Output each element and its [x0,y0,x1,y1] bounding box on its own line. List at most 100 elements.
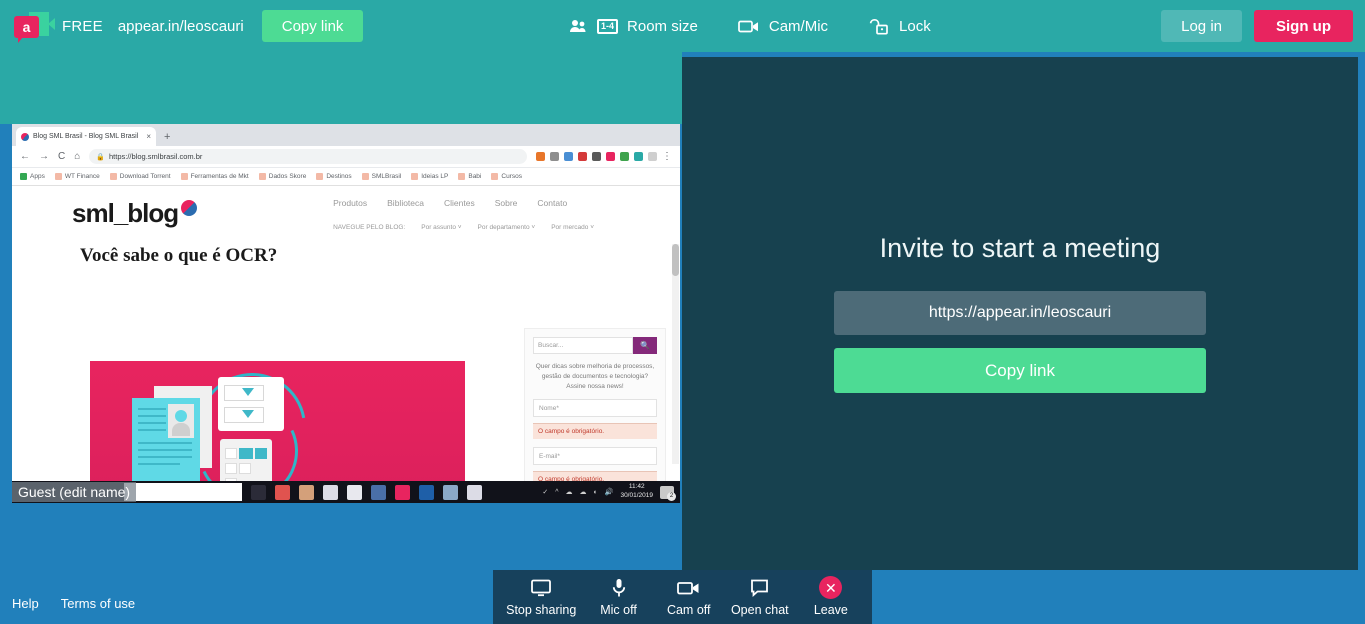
teal-backdrop [0,52,682,124]
nav-item[interactable]: Clientes [444,198,475,208]
open-chat-button[interactable]: Open chat [731,578,789,617]
explorer-icon[interactable] [443,484,458,500]
bookmark-icon [54,173,62,180]
word-icon[interactable] [467,484,482,500]
extension-icon[interactable] [634,152,643,161]
calculator-icon[interactable] [371,484,386,500]
participant-name-label[interactable]: Guest (edit name) [12,482,137,502]
taskbar-search-input[interactable] [124,483,242,501]
site-logo-sub: _blog [113,198,179,228]
browser-menu-icon[interactable]: ⋮ [662,151,672,162]
site-nav-secondary: NAVEGUE PELO BLOG: Por assunto ˅ Por dep… [333,224,594,231]
site-nav: Produtos Biblioteca Clientes Sobre Conta… [333,198,594,231]
toolbox-icon[interactable] [323,484,338,500]
bookmark-item[interactable]: Ferramentas de Mkt [180,173,249,180]
name-field[interactable]: Nome* [533,399,657,418]
notifications-icon[interactable] [660,485,676,501]
cam-mic-button[interactable]: Cam/Mic [738,18,828,35]
star-icon[interactable] [648,152,657,161]
copy-link-top-button[interactable]: Copy link [261,10,364,42]
leave-button[interactable]: ✕ Leave [803,576,859,617]
stop-sharing-button[interactable]: Stop sharing [506,578,576,617]
nav-dropdown[interactable]: Por assunto ˅ [421,224,461,231]
bookmark-item[interactable]: WT Finance [54,173,100,180]
bookmark-item[interactable]: SMLBrasil [361,173,401,180]
search-input[interactable]: Buscar... [533,337,633,354]
page-scrollbar-thumb[interactable] [672,244,679,276]
mic-off-button[interactable]: Mic off [591,578,647,617]
bookmark-label: Dados Skore [268,173,307,180]
bookmark-item[interactable]: Download Torrent [109,173,171,180]
back-icon[interactable]: ← [20,151,30,162]
bookmark-icon [109,173,117,180]
extension-icon[interactable] [592,152,601,161]
nav-dropdown[interactable]: Por mercado ˅ [551,224,594,231]
signup-button[interactable]: Sign up [1254,10,1353,42]
nav-item[interactable]: Contato [537,198,567,208]
mail-icon[interactable] [347,484,362,500]
pen-icon[interactable]: ✓ [542,488,548,496]
extension-icon[interactable] [564,152,573,161]
extension-icon[interactable] [620,152,629,161]
extension-icon[interactable] [578,152,587,161]
bookmarks-bar: Apps WT Finance Download Torrent Ferrame… [12,168,680,186]
home-icon[interactable]: ⌂ [74,151,80,162]
volume-icon[interactable]: 🔊 [605,488,614,496]
screen-share-tile[interactable]: Blog SML Brasil - Blog SML Brasil × + ← … [12,124,680,503]
taskbar-clock[interactable]: 11:42 30/01/2019 [620,483,653,501]
bookmark-item[interactable]: Ideias LP [411,173,448,180]
chrome-icon[interactable] [275,484,290,500]
outlook-icon[interactable] [419,484,434,500]
bookmark-item[interactable]: Dados Skore [258,173,307,180]
search-icon[interactable]: 🔍 [633,337,657,354]
cam-off-button[interactable]: Cam off [661,578,717,617]
nav-dropdown[interactable]: Por departamento ˅ [478,224,536,231]
login-button[interactable]: Log in [1161,10,1242,42]
terms-link[interactable]: Terms of use [61,596,135,611]
bookmark-item[interactable]: Babi [458,173,481,180]
site-logo[interactable]: sml_blog [72,198,198,231]
new-tab-icon[interactable]: + [164,131,170,143]
bookmark-icon [180,173,188,180]
room-size-button[interactable]: 1-4 Room size [570,18,698,35]
reload-icon[interactable]: C [58,151,65,162]
document-front-icon [132,398,200,486]
help-link[interactable]: Help [12,596,39,611]
nav-item[interactable]: Sobre [495,198,518,208]
invite-url-field[interactable]: https://appear.in/leoscauri [834,291,1206,335]
search-row: Buscar... 🔍 [533,337,657,354]
store-icon[interactable] [299,484,314,500]
browser-tab[interactable]: Blog SML Brasil - Blog SML Brasil × [16,127,156,146]
site-logo-text: sml [72,198,115,228]
nav-item[interactable]: Biblioteca [387,198,424,208]
network-icon[interactable]: ◐ [594,489,598,496]
nav-item[interactable]: Produtos [333,198,367,208]
appear-in-logo[interactable]: a [12,10,55,43]
email-field[interactable]: E-mail* [533,447,657,466]
task-view-icon[interactable] [251,484,266,500]
bookmark-icon [458,173,466,180]
page-scrollbar-track[interactable] [672,244,679,464]
lock-icon: 🔒 [96,153,105,161]
extension-icon[interactable] [550,152,559,161]
extension-icon[interactable] [536,152,545,161]
chevron-up-icon[interactable]: ^ [555,489,558,496]
bookmark-item[interactable]: Apps [20,173,45,180]
pink-app-icon[interactable] [395,484,410,500]
invite-copy-link-button[interactable]: Copy link [834,348,1206,393]
address-bar[interactable]: 🔒 https://blog.smlbrasil.com.br [89,149,527,164]
bookmark-label: Babi [468,173,482,180]
cloud-icon[interactable]: ☁ [566,488,573,496]
camera-icon [676,578,701,598]
forward-icon[interactable]: → [39,151,49,162]
close-icon[interactable]: × [146,132,151,141]
footer-links: Help Terms of use [12,596,135,611]
newsletter-text: Quer dicas sobre melhoria de processos, … [535,363,655,390]
bookmark-item[interactable]: Cursos [491,173,522,180]
onedrive-icon[interactable]: ☁ [580,488,587,496]
extension-icon[interactable] [606,152,615,161]
bookmark-item[interactable]: Destinos [316,173,352,180]
chat-icon [750,578,770,598]
lock-button[interactable]: Lock [868,18,931,35]
open-chat-label: Open chat [730,602,789,617]
